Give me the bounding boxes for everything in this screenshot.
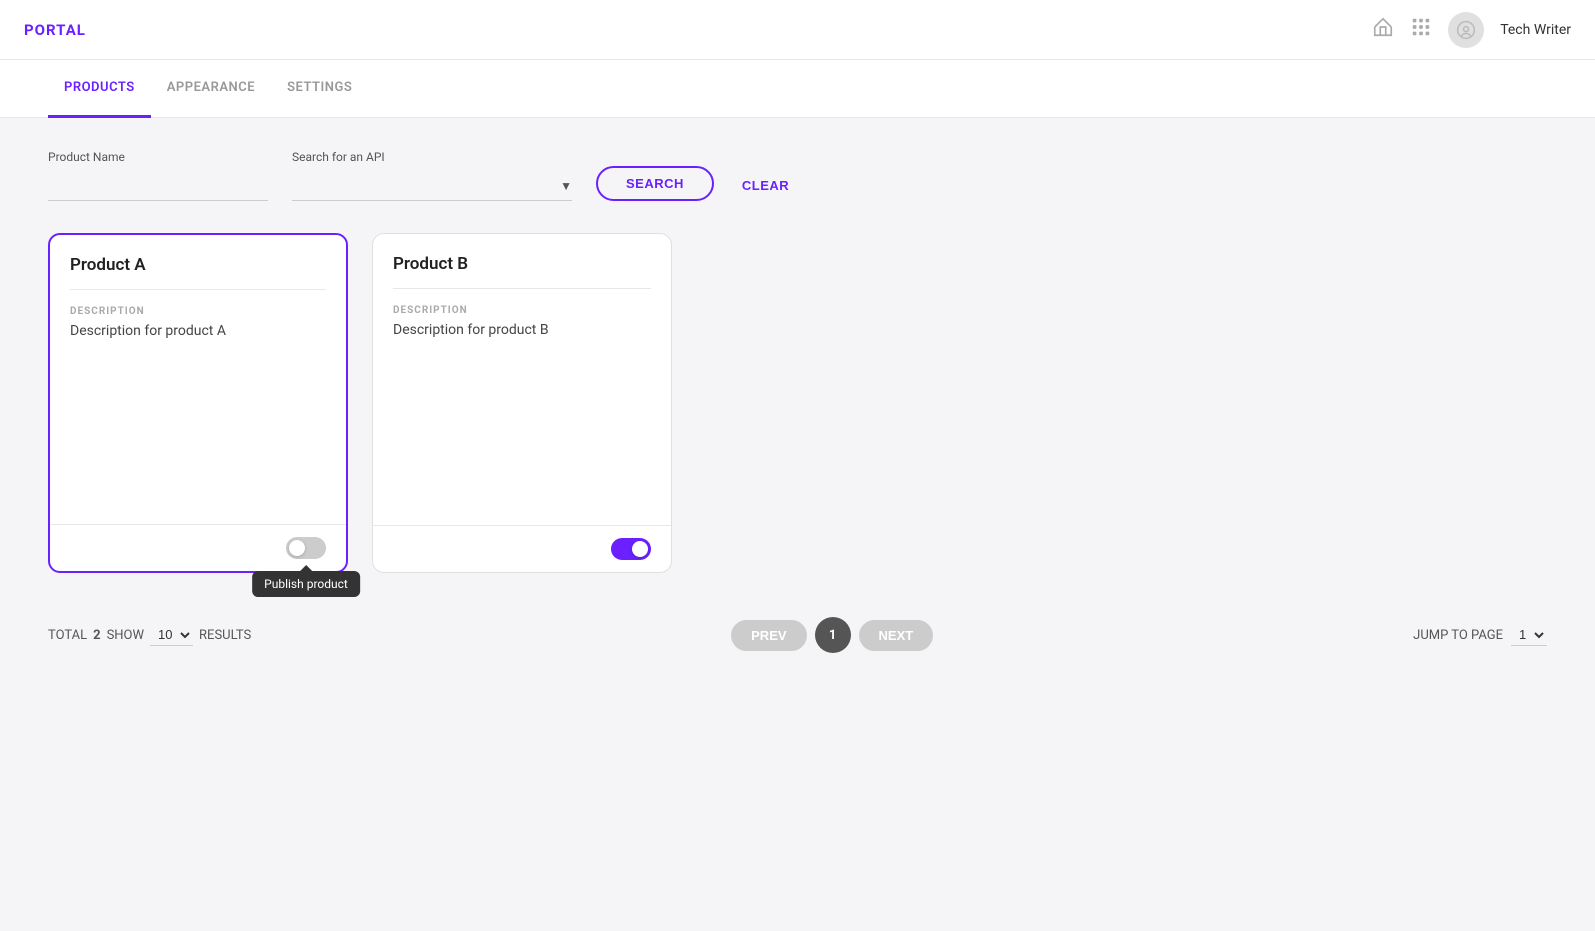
header-right: Tech Writer <box>1372 12 1571 48</box>
username: Tech Writer <box>1500 22 1571 38</box>
prev-button[interactable]: PREV <box>731 620 806 651</box>
show-select[interactable]: 10 25 50 <box>150 624 193 646</box>
cards-grid: Product A DESCRIPTION Description for pr… <box>48 225 1547 605</box>
page-number-1[interactable]: 1 <box>815 617 851 653</box>
api-search-field-group: Search for an API ▼ <box>292 150 572 201</box>
card-divider-a <box>70 289 326 290</box>
logo: PORTAL <box>24 21 1372 39</box>
api-dropdown[interactable]: ▼ <box>292 172 572 201</box>
product-name-input[interactable] <box>48 172 268 201</box>
card-bottom-b <box>373 525 671 572</box>
card-desc-label-a: DESCRIPTION <box>70 306 326 317</box>
card-top-b: Product B DESCRIPTION Description for pr… <box>373 234 671 350</box>
tabs: PRODUCTS APPEARANCE SETTINGS <box>0 60 1595 118</box>
home-icon[interactable] <box>1372 16 1394 43</box>
next-button[interactable]: NEXT <box>859 620 934 651</box>
tab-settings[interactable]: SETTINGS <box>271 60 368 118</box>
api-search-input[interactable] <box>292 178 560 194</box>
product-card-a[interactable]: Product A DESCRIPTION Description for pr… <box>48 233 348 573</box>
product-name-field-group: Product Name <box>48 150 268 201</box>
results-label: RESULTS <box>199 628 251 643</box>
search-button[interactable]: SEARCH <box>596 166 714 201</box>
header-nav-icons <box>1372 16 1432 43</box>
clear-button[interactable]: CLEAR <box>738 170 793 201</box>
card-bottom-a: Publish product <box>50 524 346 571</box>
total-label: TOTAL <box>48 628 87 643</box>
grid-icon[interactable] <box>1410 16 1432 43</box>
card-spacer-a <box>50 351 346 524</box>
card-title-b: Product B <box>393 254 651 274</box>
card-title-a: Product A <box>70 255 326 275</box>
total-count: 2 <box>93 628 100 643</box>
tab-appearance[interactable]: APPEARANCE <box>151 60 271 118</box>
card-desc-b: Description for product B <box>393 322 651 338</box>
product-name-label: Product Name <box>48 150 268 164</box>
chevron-down-icon: ▼ <box>560 179 572 193</box>
card-desc-a: Description for product A <box>70 323 326 339</box>
publish-toggle-b[interactable] <box>611 538 651 560</box>
avatar[interactable] <box>1448 12 1484 48</box>
api-search-label: Search for an API <box>292 150 572 164</box>
publish-toggle-a[interactable]: Publish product <box>286 537 326 559</box>
tab-products[interactable]: PRODUCTS <box>48 60 151 118</box>
card-desc-label-b: DESCRIPTION <box>393 305 651 316</box>
jump-label: JUMP TO PAGE <box>1413 628 1503 643</box>
jump-to: JUMP TO PAGE 1 <box>1413 624 1547 646</box>
jump-select[interactable]: 1 <box>1511 624 1547 646</box>
pagination-info: TOTAL 2 SHOW 10 25 50 RESULTS <box>48 624 251 646</box>
header: PORTAL <box>0 0 1595 60</box>
card-spacer-b <box>373 350 671 525</box>
search-section: Product Name Search for an API ▼ SEARCH … <box>48 118 1547 225</box>
pagination-controls: PREV 1 NEXT <box>251 617 1413 653</box>
publish-tooltip: Publish product <box>252 571 360 597</box>
content-area: Product Name Search for an API ▼ SEARCH … <box>0 118 1595 677</box>
pagination-bar: TOTAL 2 SHOW 10 25 50 RESULTS PREV 1 NEX… <box>48 605 1547 677</box>
product-card-b[interactable]: Product B DESCRIPTION Description for pr… <box>372 233 672 573</box>
card-divider-b <box>393 288 651 289</box>
show-label: SHOW <box>107 628 144 643</box>
card-top-a: Product A DESCRIPTION Description for pr… <box>50 235 346 351</box>
